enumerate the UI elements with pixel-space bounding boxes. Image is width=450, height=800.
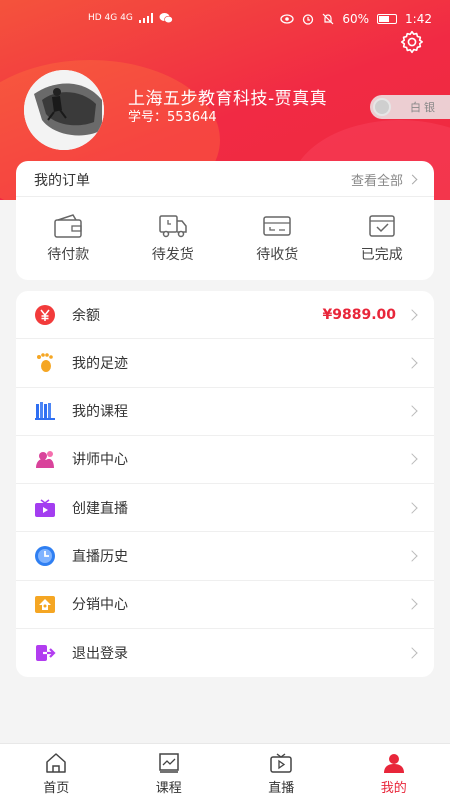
chevron-right-icon bbox=[406, 550, 418, 562]
order-status-label: 待收货 bbox=[256, 247, 299, 263]
wallet-icon bbox=[54, 214, 82, 238]
delivery-truck-icon bbox=[159, 215, 187, 238]
lecturer-icon bbox=[33, 447, 57, 471]
battery-percent: 60% bbox=[342, 12, 370, 26]
menu-item-logout[interactable]: 退出登录 bbox=[16, 629, 434, 677]
distribution-icon bbox=[33, 592, 57, 616]
system-indicators: 60% 1:42 bbox=[280, 12, 432, 26]
wechat-icon bbox=[159, 13, 173, 24]
tab-home[interactable]: 首页 bbox=[0, 744, 113, 800]
books-icon bbox=[33, 399, 57, 423]
menu-label: 分销中心 bbox=[72, 597, 128, 614]
eye-icon bbox=[280, 14, 295, 24]
clock-icon bbox=[33, 544, 57, 568]
menu-label: 创建直播 bbox=[72, 500, 128, 517]
order-pending-receipt[interactable]: 待收货 bbox=[225, 197, 330, 280]
live-icon bbox=[270, 753, 292, 773]
menu-card: 余额 ¥9889.00 我的足迹 我的课程 讲师中心 创建直播 直播历史 分销中… bbox=[16, 291, 434, 677]
chevron-right-icon bbox=[406, 453, 418, 466]
chevron-right-icon bbox=[406, 357, 418, 369]
menu-item-lecturer-center[interactable]: 讲师中心 bbox=[16, 436, 434, 484]
chevron-right-icon bbox=[406, 308, 418, 321]
course-icon bbox=[159, 753, 179, 773]
card-receive-icon bbox=[263, 216, 291, 236]
menu-item-distribution-center[interactable]: 分销中心 bbox=[16, 581, 434, 629]
menu-label: 余额 bbox=[72, 307, 100, 324]
tab-label: 首页 bbox=[43, 781, 70, 796]
order-pending-payment[interactable]: 待付款 bbox=[16, 197, 121, 280]
avatar[interactable] bbox=[24, 70, 104, 150]
order-status-row: 待付款 待发货 待收货 已完成 bbox=[16, 197, 434, 280]
tab-label: 直播 bbox=[268, 781, 295, 796]
footprint-icon bbox=[33, 351, 57, 375]
chevron-right-icon bbox=[406, 405, 418, 417]
orders-header: 我的订单 查看全部 bbox=[16, 161, 434, 197]
level-label: 白银 bbox=[410, 101, 438, 114]
view-all-orders-link[interactable]: 查看全部 bbox=[350, 170, 418, 189]
chevron-right-icon bbox=[406, 598, 418, 610]
level-medal-icon bbox=[373, 98, 391, 116]
menu-label: 退出登录 bbox=[72, 645, 128, 662]
menu-item-live-history[interactable]: 直播历史 bbox=[16, 532, 434, 581]
menu-item-create-live[interactable]: 创建直播 bbox=[16, 484, 434, 533]
clock-time: 1:42 bbox=[405, 12, 432, 26]
chevron-right-icon bbox=[407, 174, 418, 185]
mute-icon bbox=[322, 13, 334, 25]
menu-label: 我的足迹 bbox=[72, 355, 128, 372]
status-bar: HD 4G 4G 60% 1:42 bbox=[0, 0, 450, 36]
settings-gear-icon[interactable] bbox=[399, 29, 425, 55]
network-indicators: HD 4G 4G bbox=[88, 12, 173, 24]
order-status-label: 待付款 bbox=[47, 247, 90, 263]
menu-item-my-courses[interactable]: 我的课程 bbox=[16, 388, 434, 436]
logout-icon bbox=[33, 641, 57, 665]
tab-live[interactable]: 直播 bbox=[225, 744, 338, 800]
bottom-tab-bar: 首页 课程 直播 我的 bbox=[0, 743, 450, 800]
signal-icon bbox=[138, 13, 153, 23]
alarm-icon bbox=[303, 14, 314, 25]
tab-label: 课程 bbox=[155, 781, 182, 796]
tv-icon bbox=[33, 496, 57, 520]
tab-label: 我的 bbox=[380, 781, 407, 796]
avatar-image bbox=[24, 70, 104, 150]
battery-icon bbox=[377, 14, 398, 24]
view-all-label: 查看全部 bbox=[350, 174, 403, 189]
balance-icon bbox=[33, 303, 57, 327]
menu-item-footprint[interactable]: 我的足迹 bbox=[16, 339, 434, 388]
student-id: 学号：553644 bbox=[128, 110, 217, 125]
order-pending-shipment[interactable]: 待发货 bbox=[121, 197, 226, 280]
balance-amount: ¥9889.00 bbox=[322, 306, 396, 323]
user-icon bbox=[383, 754, 404, 773]
tab-mine[interactable]: 我的 bbox=[338, 744, 450, 800]
check-box-icon bbox=[369, 215, 395, 237]
orders-title: 我的订单 bbox=[34, 173, 90, 189]
menu-label: 我的课程 bbox=[72, 404, 128, 421]
menu-item-balance[interactable]: 余额 ¥9889.00 bbox=[16, 291, 434, 340]
tab-course[interactable]: 课程 bbox=[113, 744, 226, 800]
chevron-right-icon bbox=[406, 501, 418, 514]
member-level-badge[interactable]: 白银 bbox=[370, 95, 450, 119]
menu-label: 讲师中心 bbox=[72, 452, 128, 469]
home-icon bbox=[46, 753, 66, 773]
order-status-label: 待发货 bbox=[151, 247, 194, 263]
order-completed[interactable]: 已完成 bbox=[330, 197, 435, 280]
network-label: HD 4G 4G bbox=[88, 13, 133, 23]
orders-card: 我的订单 查看全部 待付款 待发货 待收货 已完成 bbox=[16, 161, 434, 280]
menu-label: 直播历史 bbox=[72, 548, 128, 565]
order-status-label: 已完成 bbox=[360, 247, 403, 263]
chevron-right-icon bbox=[406, 647, 418, 659]
